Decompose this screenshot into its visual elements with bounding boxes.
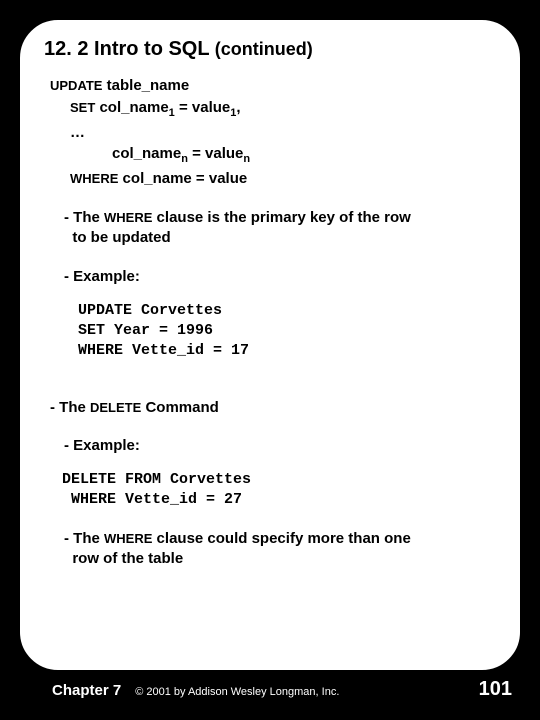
- syntax-line-update: UPDATE table_name: [50, 75, 500, 97]
- set-comma: ,: [236, 99, 240, 116]
- bullet-example-2: - Example:: [64, 436, 500, 456]
- bullet-multirow: - The WHERE clause could specify more th…: [64, 529, 500, 570]
- bd-text2: Command: [141, 399, 219, 416]
- syntax-line-set: SET col_name1 = value1,: [70, 97, 500, 122]
- setn-colname: col_name: [112, 145, 181, 162]
- bp-where-kw: WHERE: [104, 210, 152, 225]
- set-keyword: SET: [70, 100, 95, 115]
- title-continued: (continued): [215, 39, 313, 59]
- setn-sub2: n: [243, 153, 250, 165]
- bp-text2: clause is the primary key of the row: [152, 209, 410, 226]
- code-delete-example: DELETE FROM Corvettes WHERE Vette_id = 2…: [62, 470, 500, 511]
- bm-text1: - The: [64, 530, 104, 547]
- bp-text1: - The: [64, 209, 104, 226]
- sql-syntax-block: UPDATE table_name SET col_name1 = value1…: [50, 75, 500, 190]
- syntax-line-where: WHERE col_name = value: [70, 168, 500, 190]
- bp-text3: to be updated: [72, 229, 170, 246]
- bm-where-kw: WHERE: [104, 531, 152, 546]
- set-eq: = value: [175, 99, 230, 116]
- setn-sub1: n: [181, 153, 188, 165]
- slide-footer: Chapter 7 © 2001 by Addison Wesley Longm…: [0, 678, 540, 706]
- section-title: 12. 2 Intro to SQL (continued): [44, 38, 500, 61]
- bd-text1: - The: [50, 399, 90, 416]
- footer-copyright: © 2001 by Addison Wesley Longman, Inc.: [135, 686, 339, 698]
- bullet-delete-cmd: - The DELETE Command: [50, 398, 500, 418]
- bullet-example-1: - Example:: [64, 267, 500, 287]
- where-condition: col_name = value: [118, 170, 247, 187]
- update-tablename: table_name: [102, 77, 189, 94]
- syntax-line-ellipsis: …: [70, 122, 500, 144]
- setn-eq: = value: [188, 145, 243, 162]
- slide-card: 12. 2 Intro to SQL (continued) UPDATE ta…: [18, 18, 522, 672]
- bullet-where-pk: - The WHERE clause is the primary key of…: [64, 208, 500, 249]
- bm-text2: clause could specify more than one: [152, 530, 410, 547]
- footer-chapter: Chapter 7: [52, 682, 121, 699]
- code-update-example: UPDATE Corvettes SET Year = 1996 WHERE V…: [78, 301, 500, 362]
- footer-pagenum: 101: [479, 678, 512, 701]
- syntax-line-setn: col_namen = valuen: [112, 143, 500, 168]
- bd-delete-kw: DELETE: [90, 400, 141, 415]
- update-keyword: UPDATE: [50, 78, 102, 93]
- title-text: 12. 2 Intro to SQL: [44, 38, 215, 60]
- bm-text3: row of the table: [72, 550, 183, 567]
- set-colname: col_name: [95, 99, 168, 116]
- where-keyword: WHERE: [70, 171, 118, 186]
